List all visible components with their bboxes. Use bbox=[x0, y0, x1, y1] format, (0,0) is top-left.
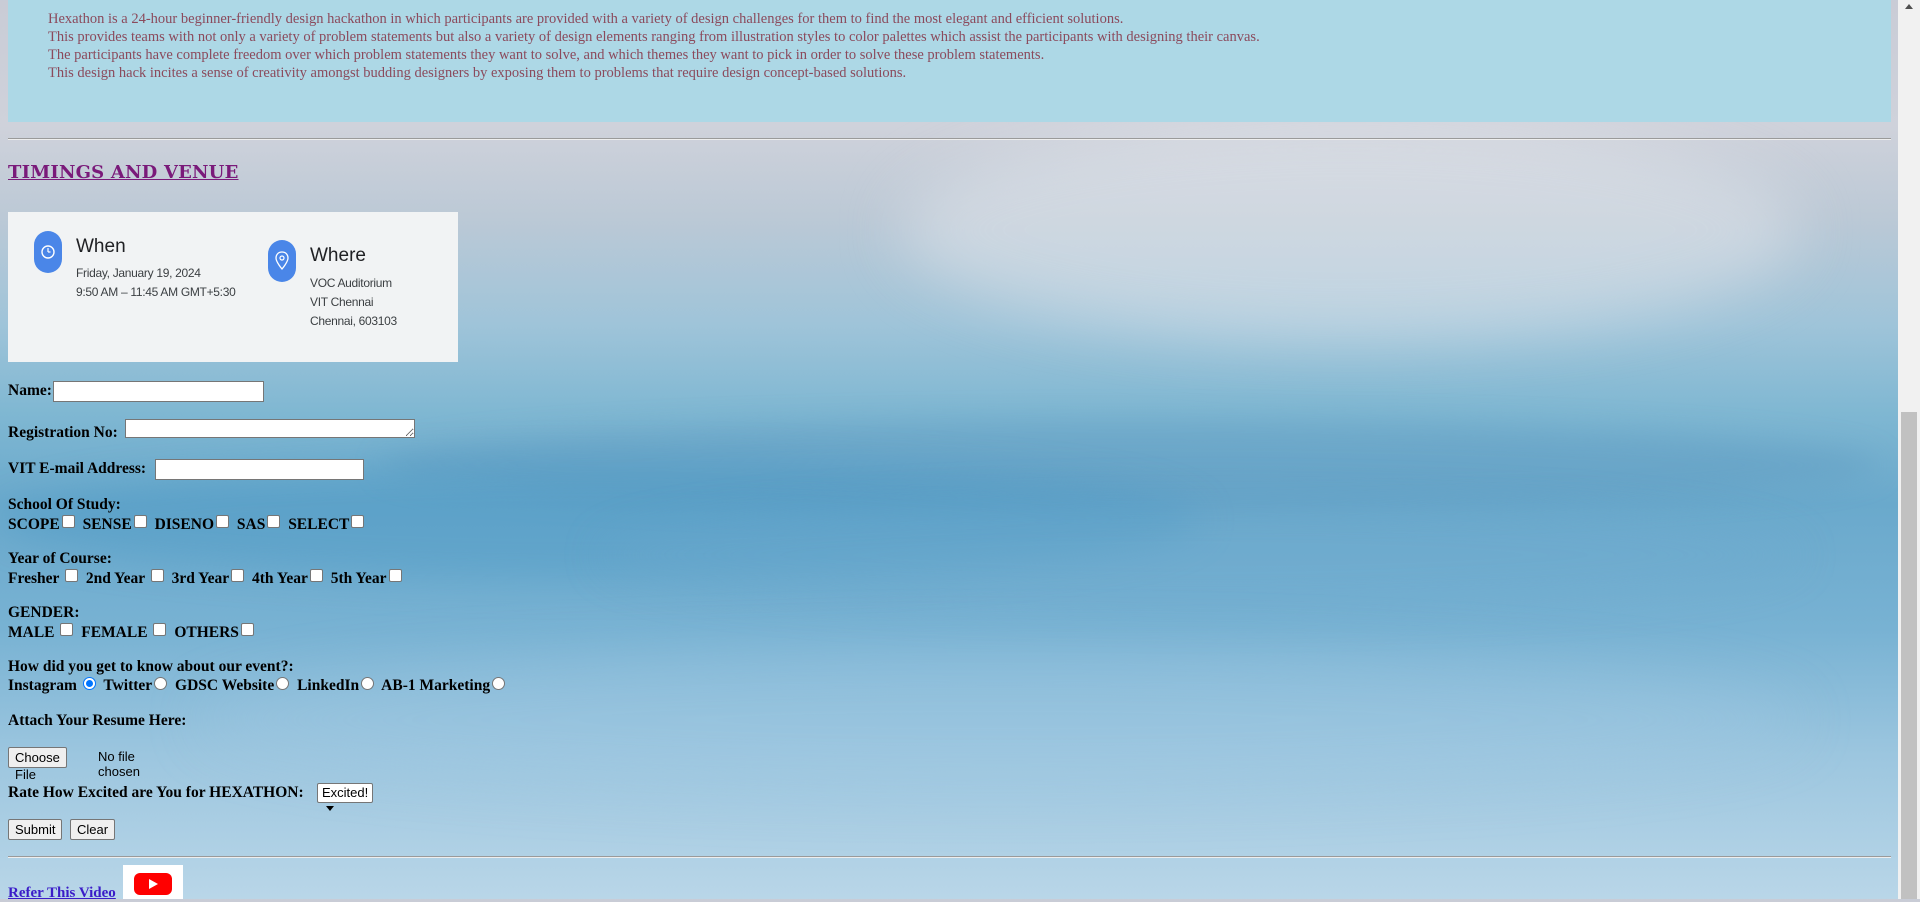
when-time: 9:50 AM – 11:45 AM GMT+5:30 bbox=[76, 285, 236, 299]
about-line-3: The participants have complete freedom o… bbox=[48, 47, 1045, 63]
year-checkbox-5th[interactable] bbox=[388, 569, 402, 582]
school-checkbox-sas[interactable] bbox=[267, 515, 281, 528]
excitement-select[interactable]: Excited! bbox=[317, 783, 374, 811]
year-checkbox-2nd[interactable] bbox=[150, 569, 164, 582]
chevron-down-icon bbox=[326, 806, 334, 811]
location-pin-icon bbox=[268, 240, 296, 282]
year-checkbox-3rd[interactable] bbox=[231, 569, 245, 582]
source-radio-twitter[interactable] bbox=[154, 677, 168, 690]
name-input[interactable] bbox=[53, 381, 264, 402]
rate-label: Rate How Excited are You for HEXATHON: bbox=[8, 784, 304, 801]
submit-button[interactable]: Submit bbox=[8, 819, 63, 840]
resume-label: Attach Your Resume Here: bbox=[8, 712, 187, 729]
school-option-sas-label: SAS bbox=[236, 516, 266, 533]
where-heading: Where bbox=[310, 245, 366, 266]
gender-checkbox-male[interactable] bbox=[60, 623, 74, 636]
where-line-1: VOC Auditorium bbox=[310, 276, 392, 290]
school-checkbox-scope[interactable] bbox=[61, 515, 75, 528]
school-checkbox-diseno[interactable] bbox=[216, 515, 229, 528]
gender-option-female-label: FEMALE bbox=[81, 624, 148, 641]
source-option-linkedin-label: LinkedIn bbox=[297, 677, 360, 694]
source-radio-ab1[interactable] bbox=[492, 677, 506, 690]
clear-button[interactable]: Clear bbox=[70, 819, 116, 840]
gender-option-others-label: OTHERS bbox=[174, 624, 239, 641]
source-radio-instagram[interactable] bbox=[82, 677, 96, 690]
refer-video-link[interactable]: Refer This Video bbox=[8, 885, 116, 902]
year-option-4th-label: 4th Year bbox=[252, 570, 308, 587]
scrollbar-thumb[interactable] bbox=[1901, 412, 1917, 899]
source-option-gdsc-label: GDSC Website bbox=[175, 677, 275, 694]
school-option-sense-label: SENSE bbox=[82, 516, 132, 533]
clock-icon bbox=[34, 231, 62, 273]
gender-option-male-label: MALE bbox=[8, 624, 55, 641]
registration-textarea[interactable] bbox=[125, 419, 415, 438]
source-label: How did you get to know about our event?… bbox=[8, 658, 294, 675]
school-options: SCOPE SENSE DISENO SAS SELECT bbox=[8, 515, 368, 534]
name-label: Name: bbox=[8, 382, 52, 399]
gender-checkbox-female[interactable] bbox=[153, 623, 167, 636]
school-checkbox-select[interactable] bbox=[351, 515, 365, 528]
year-label: Year of Course: bbox=[8, 550, 112, 567]
source-option-twitter-label: Twitter bbox=[103, 677, 153, 694]
year-checkbox-fresher[interactable] bbox=[64, 569, 78, 582]
youtube-thumbnail[interactable] bbox=[123, 865, 183, 899]
choose-file-button[interactable]: Choose File bbox=[8, 747, 67, 782]
when-date: Friday, January 19, 2024 bbox=[76, 266, 201, 280]
email-input[interactable] bbox=[155, 459, 364, 480]
source-option-ab1-label: AB-1 Marketing bbox=[381, 677, 491, 694]
where-line-2: VIT Chennai bbox=[310, 295, 374, 309]
source-radio-gdsc[interactable] bbox=[276, 677, 290, 690]
year-option-5th-label: 5th Year bbox=[330, 570, 387, 587]
page: Hexathon is a 24-hour beginner-friendly … bbox=[0, 0, 1898, 902]
school-checkbox-sense[interactable] bbox=[133, 515, 147, 528]
year-option-fresher-label: Fresher bbox=[8, 570, 60, 587]
gender-options: MALE FEMALE OTHERS bbox=[8, 623, 258, 642]
about-banner: Hexathon is a 24-hour beginner-friendly … bbox=[8, 0, 1891, 122]
vertical-scrollbar[interactable] bbox=[1898, 0, 1920, 899]
school-option-diseno-label: DISENO bbox=[154, 516, 214, 533]
file-status: No file chosen bbox=[98, 749, 140, 779]
section-title-timings-venue: TIMINGS AND VENUE bbox=[8, 162, 239, 183]
divider-top bbox=[8, 138, 1891, 140]
about-line-2: This provides teams with not only a vari… bbox=[48, 29, 1260, 45]
source-option-instagram-label: Instagram bbox=[8, 677, 77, 694]
source-radio-linkedin[interactable] bbox=[361, 677, 375, 690]
source-options: Instagram Twitter GDSC Website LinkedIn … bbox=[8, 677, 509, 695]
excitement-select-value: Excited! bbox=[322, 785, 369, 800]
youtube-icon bbox=[134, 873, 172, 895]
registration-label: Registration No: bbox=[8, 424, 118, 441]
year-option-2nd-label: 2nd Year bbox=[85, 570, 145, 587]
gender-label: GENDER: bbox=[8, 604, 80, 621]
venue-card: When Friday, January 19, 2024 9:50 AM – … bbox=[8, 212, 458, 362]
school-label: School Of Study: bbox=[8, 496, 121, 513]
school-option-select-label: SELECT bbox=[288, 516, 350, 533]
year-checkbox-4th[interactable] bbox=[309, 569, 323, 582]
gender-checkbox-others[interactable] bbox=[240, 623, 254, 636]
school-option-scope-label: SCOPE bbox=[8, 516, 60, 533]
year-option-3rd-label: 3rd Year bbox=[171, 570, 230, 587]
divider-bottom bbox=[8, 856, 1891, 858]
email-label: VIT E-mail Address: bbox=[8, 460, 147, 477]
where-line-3: Chennai, 603103 bbox=[310, 314, 397, 328]
scroll-up-arrow-icon[interactable] bbox=[1905, 4, 1913, 9]
about-line-1: Hexathon is a 24-hour beginner-friendly … bbox=[48, 11, 1124, 27]
year-options: Fresher 2nd Year 3rd Year 4th Year 5th Y… bbox=[8, 569, 406, 588]
about-line-4: This design hack incites a sense of crea… bbox=[48, 65, 907, 81]
when-heading: When bbox=[76, 236, 126, 257]
